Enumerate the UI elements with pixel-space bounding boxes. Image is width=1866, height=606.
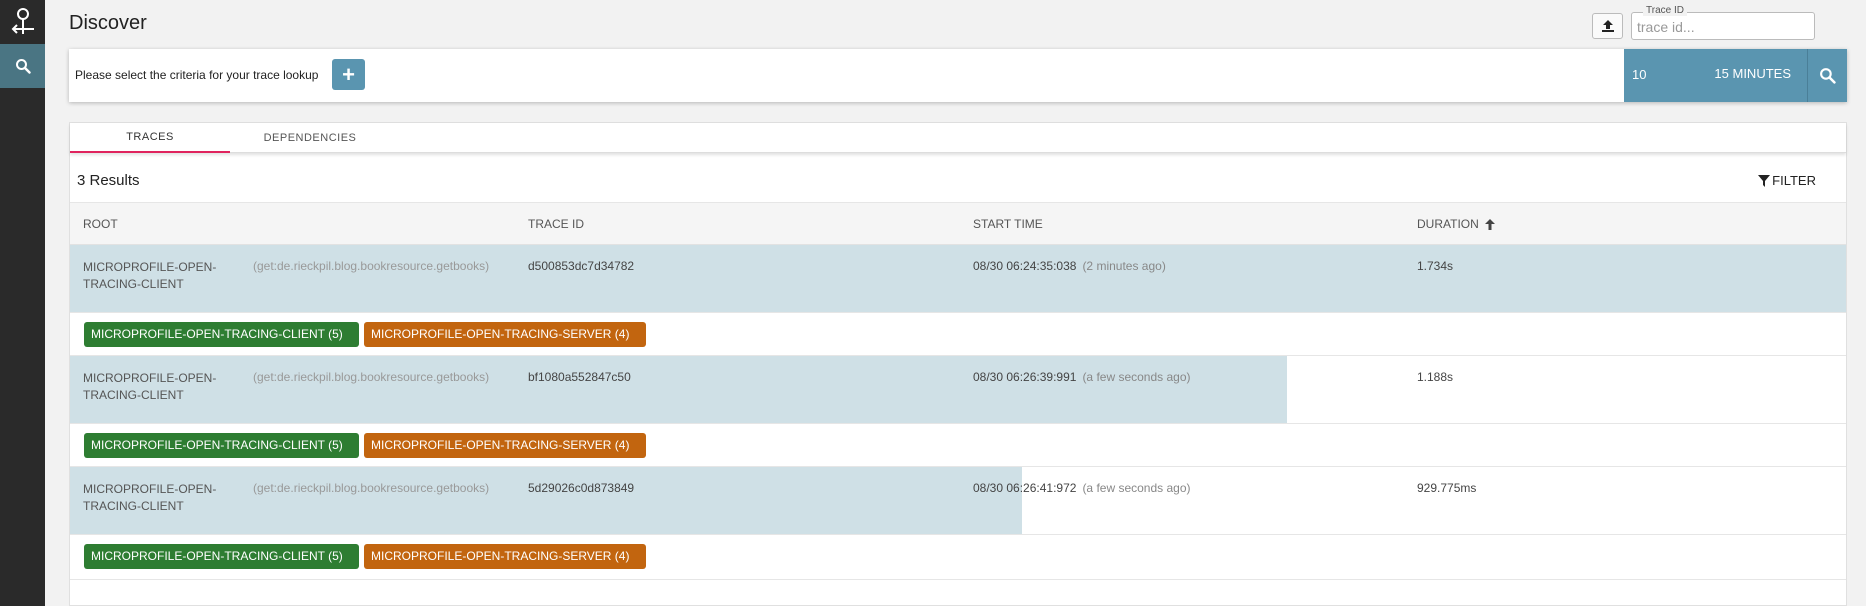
trace-id-cell: d500853dc7d34782 [528,259,635,273]
sidebar [0,0,45,606]
service-tag-client[interactable]: MICROPROFILE-OPEN-TRACING-CLIENT (5) [84,322,359,347]
root-service: MICROPROFILE-OPEN-TRACING-CLIENT [83,482,217,513]
relative-time: (a few seconds ago) [1082,370,1191,384]
column-header-duration[interactable]: DURATION [1417,217,1495,231]
tab-bar: TRACES DEPENDENCIES [70,123,1846,153]
filter-icon [1758,174,1771,187]
table-row[interactable]: MICROPROFILE-OPEN-TRACING-CLIENT (get:de… [70,356,1846,424]
root-service: MICROPROFILE-OPEN-TRACING-CLIENT [83,260,217,291]
duration-cell: 1.734s [1417,259,1454,273]
results-card: TRACES DEPENDENCIES 3 Results FILTER ROO… [69,122,1847,606]
duration-cell: 1.188s [1417,370,1454,384]
root-span-name: (get:de.rieckpil.blog.bookresource.getbo… [253,370,490,384]
trace-id-input[interactable] [1633,17,1811,37]
lookback-value[interactable]: 15 MINUTES [1714,66,1791,81]
trace-id-cell: 5d29026c0d873849 [528,481,635,495]
root-service: MICROPROFILE-OPEN-TRACING-CLIENT [83,371,217,402]
main-content: Discover Trace ID Please select the crit… [69,0,1847,606]
column-header-duration-label: DURATION [1417,217,1479,231]
limit-value[interactable]: 10 [1632,67,1646,82]
service-tag-server[interactable]: MICROPROFILE-OPEN-TRACING-SERVER (4) [364,433,646,458]
criteria-prompt: Please select the criteria for your trac… [75,68,319,82]
add-criteria-button[interactable]: + [332,59,365,90]
filter-button[interactable]: FILTER [1758,173,1816,188]
search-criteria-bar: Please select the criteria for your trac… [69,49,1847,102]
tab-dependencies[interactable]: DEPENDENCIES [230,123,390,153]
nav-discover-search[interactable] [0,44,45,88]
search-icon [1820,68,1836,84]
root-span-name: (get:de.rieckpil.blog.bookresource.getbo… [253,481,490,495]
search-button[interactable] [1807,49,1847,102]
trace-id-cell: bf1080a552847c50 [528,370,631,384]
start-time-cell: 08/30 06:26:39:991 (a few seconds ago) [973,370,1191,384]
search-icon [15,59,31,74]
zipkin-logo-icon[interactable] [0,0,45,44]
service-tags-row: MICROPROFILE-OPEN-TRACING-CLIENT (5) MIC… [70,313,1846,356]
start-time-cell: 08/30 06:26:41:972 (a few seconds ago) [973,481,1191,495]
start-time-value: 08/30 06:24:35:038 [973,259,1077,273]
column-header-row: ROOT TRACE ID START TIME DURATION [70,203,1846,245]
upload-button[interactable] [1592,13,1623,39]
tab-traces[interactable]: TRACES [70,123,230,153]
root-span-name: (get:de.rieckpil.blog.bookresource.getbo… [253,259,490,273]
column-header-root[interactable]: ROOT [83,217,118,231]
duration-bar [70,356,1287,423]
table-row[interactable]: MICROPROFILE-OPEN-TRACING-CLIENT (get:de… [70,467,1846,535]
service-tag-server[interactable]: MICROPROFILE-OPEN-TRACING-SERVER (4) [364,544,646,569]
column-header-trace-id[interactable]: TRACE ID [528,217,584,231]
service-tags-row: MICROPROFILE-OPEN-TRACING-CLIENT (5) MIC… [70,424,1846,467]
duration-cell: 929.775ms [1417,481,1477,495]
start-time-value: 08/30 06:26:39:991 [973,370,1077,384]
service-tag-client[interactable]: MICROPROFILE-OPEN-TRACING-CLIENT (5) [84,433,359,458]
limit-lookback-panel[interactable]: 10 15 MINUTES [1624,49,1807,102]
relative-time: (2 minutes ago) [1082,259,1166,273]
trace-id-label: Trace ID [1643,5,1687,16]
column-header-start-time[interactable]: START TIME [973,217,1043,231]
relative-time: (a few seconds ago) [1082,481,1191,495]
page-title: Discover [69,12,147,34]
results-header: 3 Results FILTER [70,153,1846,203]
table-row[interactable]: MICROPROFILE-OPEN-TRACING-CLIENT (get:de… [70,245,1846,313]
results-count: 3 Results [77,172,140,189]
service-tag-server[interactable]: MICROPROFILE-OPEN-TRACING-SERVER (4) [364,322,646,347]
filter-label: FILTER [1772,173,1816,188]
start-time-value: 08/30 06:26:41:972 [973,481,1077,495]
service-tags-row: MICROPROFILE-OPEN-TRACING-CLIENT (5) MIC… [70,535,1846,580]
upload-icon [1601,20,1614,32]
arrow-up-icon [1484,218,1495,230]
service-tag-client[interactable]: MICROPROFILE-OPEN-TRACING-CLIENT (5) [84,544,359,569]
duration-bar [70,245,1846,312]
start-time-cell: 08/30 06:24:35:038 (2 minutes ago) [973,259,1166,273]
